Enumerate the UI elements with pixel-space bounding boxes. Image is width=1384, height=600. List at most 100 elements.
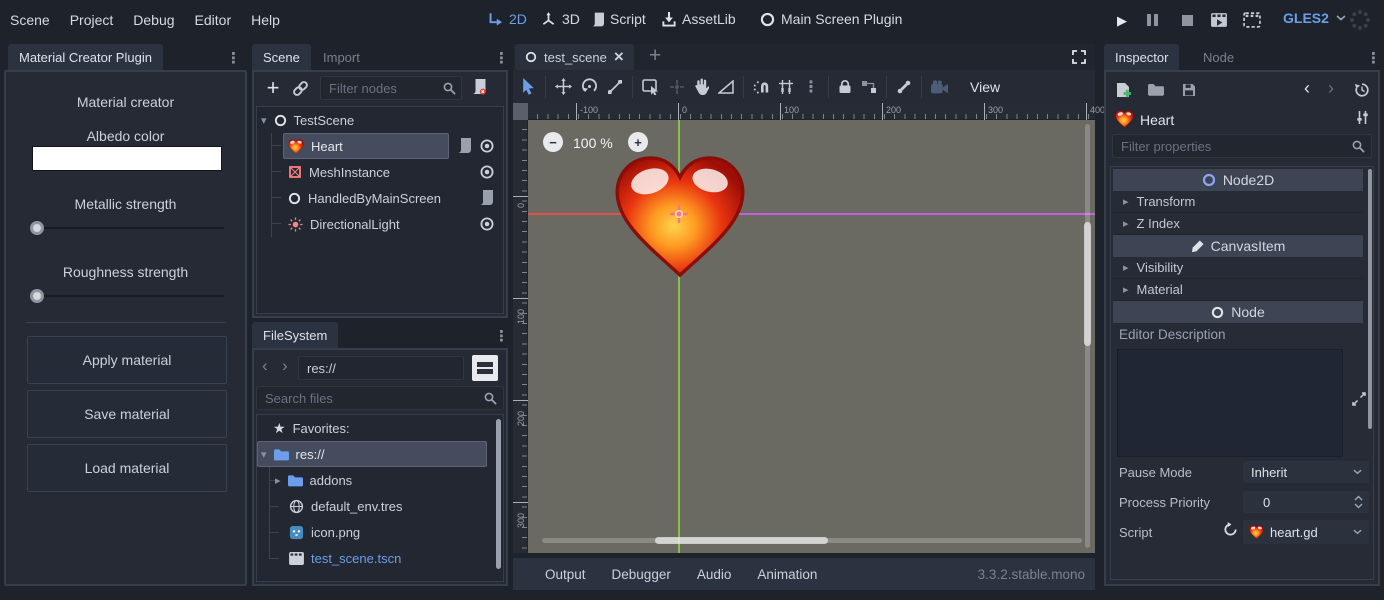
bottom-tab-animation[interactable]: Animation bbox=[757, 567, 817, 582]
workspace-main-screen-plugin-button[interactable]: Main Screen Plugin bbox=[760, 11, 902, 27]
lock-object-button[interactable] bbox=[838, 79, 852, 94]
move-pivot-tool-button[interactable] bbox=[669, 79, 685, 95]
open-script-icon[interactable] bbox=[480, 190, 493, 205]
ruler-tool-button[interactable] bbox=[718, 80, 734, 94]
metallic-strength-slider[interactable] bbox=[30, 220, 224, 236]
pause-button[interactable] bbox=[1147, 14, 1158, 26]
smart-snap-button[interactable] bbox=[753, 79, 769, 95]
object-tools-icon[interactable] bbox=[1356, 110, 1369, 125]
menu-editor[interactable]: Editor bbox=[185, 0, 242, 40]
rotate-tool-button[interactable] bbox=[581, 78, 598, 95]
process-priority-spinbox[interactable]: 0 bbox=[1243, 491, 1369, 513]
inspector-menu-icon[interactable]: ⋮ bbox=[1366, 49, 1381, 67]
file-row-icon-png[interactable]: icon.png bbox=[289, 519, 360, 545]
tab-inspector[interactable]: Inspector bbox=[1104, 44, 1179, 70]
inspector-scrollbar[interactable] bbox=[1368, 169, 1372, 429]
pan-tool-button[interactable] bbox=[694, 78, 709, 95]
skeleton-bone-button[interactable] bbox=[896, 79, 912, 95]
group-transform[interactable]: ▸Transform bbox=[1113, 191, 1363, 213]
instance-scene-button[interactable] bbox=[292, 80, 309, 97]
scene-dock-menu-icon[interactable]: ⋮ bbox=[494, 49, 509, 67]
snap-options-menu-icon[interactable]: ⋮ bbox=[803, 77, 819, 97]
menu-scene[interactable]: Scene bbox=[0, 0, 60, 40]
stop-button[interactable] bbox=[1182, 14, 1193, 29]
list-select-tool-button[interactable] bbox=[642, 79, 660, 95]
workspace-script-button[interactable]: Script bbox=[592, 11, 646, 27]
tab-filesystem[interactable]: FileSystem bbox=[252, 322, 338, 348]
save-material-button[interactable]: Save material bbox=[27, 390, 227, 438]
history-icon[interactable] bbox=[1354, 82, 1370, 98]
pause-mode-dropdown[interactable]: Inherit bbox=[1243, 461, 1369, 483]
workspace-3d-button[interactable]: 3D bbox=[541, 11, 580, 27]
scale-tool-button[interactable] bbox=[607, 79, 623, 95]
workspace-assetlib-button[interactable]: AssetLib bbox=[662, 11, 736, 27]
add-node-button[interactable]: + bbox=[262, 74, 284, 102]
onion-camera-button[interactable] bbox=[931, 80, 949, 94]
renderer-dropdown[interactable]: GLES2 bbox=[1283, 10, 1346, 26]
distraction-free-icon[interactable] bbox=[1071, 49, 1087, 65]
zoom-level-label[interactable]: 100 % bbox=[573, 135, 613, 151]
scene-node-handledbymainscreen[interactable]: HandledByMainScreen bbox=[288, 185, 441, 211]
move-tool-button[interactable] bbox=[555, 78, 572, 95]
file-row-res[interactable]: ▾ res:// bbox=[261, 441, 324, 467]
file-row-default-env[interactable]: default_env.tres bbox=[289, 493, 403, 519]
new-scene-tab-button[interactable]: + bbox=[649, 44, 661, 68]
save-resource-button[interactable] bbox=[1182, 83, 1196, 97]
grid-snap-button[interactable] bbox=[778, 79, 794, 95]
group-z-index[interactable]: ▸Z Index bbox=[1113, 213, 1363, 235]
tab-scene[interactable]: Scene bbox=[252, 44, 311, 70]
scene-node-heart[interactable]: Heart bbox=[288, 133, 343, 159]
workspace-2d-button[interactable]: 2D bbox=[487, 11, 527, 27]
favorites-row[interactable]: ★ Favorites: bbox=[273, 415, 350, 441]
play-custom-scene-button[interactable] bbox=[1243, 12, 1261, 28]
filesystem-scrollbar[interactable] bbox=[496, 419, 501, 569]
expand-description-icon[interactable] bbox=[1351, 391, 1367, 407]
tab-import[interactable]: Import bbox=[312, 44, 371, 70]
play-scene-button[interactable] bbox=[1210, 12, 1228, 28]
slider-grabber[interactable] bbox=[30, 221, 44, 235]
apply-material-button[interactable]: Apply material bbox=[27, 336, 227, 384]
select-tool-button[interactable] bbox=[521, 78, 536, 95]
history-forward-button[interactable]: › bbox=[1328, 78, 1334, 99]
menu-project[interactable]: Project bbox=[60, 0, 124, 40]
search-files-input[interactable] bbox=[256, 386, 504, 410]
play-button[interactable]: ▶ bbox=[1112, 11, 1132, 29]
history-back-button[interactable]: ‹ bbox=[262, 356, 268, 376]
view-menu-button[interactable]: View bbox=[970, 79, 1000, 95]
filter-nodes-input[interactable] bbox=[320, 76, 462, 100]
group-material[interactable]: ▸Material bbox=[1113, 279, 1363, 301]
bottom-tab-debugger[interactable]: Debugger bbox=[612, 567, 671, 582]
bottom-tab-output[interactable]: Output bbox=[545, 567, 586, 582]
roughness-strength-slider[interactable] bbox=[30, 288, 224, 304]
v-scrollbar-thumb[interactable] bbox=[1084, 222, 1091, 346]
clear-script-button[interactable] bbox=[472, 79, 486, 95]
close-tab-icon[interactable]: × bbox=[614, 50, 624, 64]
split-mode-button[interactable] bbox=[472, 355, 498, 381]
menu-help[interactable]: Help bbox=[241, 0, 290, 40]
tab-material-creator-plugin[interactable]: Material Creator Plugin bbox=[8, 44, 163, 70]
group-object-button[interactable] bbox=[861, 80, 877, 94]
reload-script-icon[interactable] bbox=[1223, 522, 1238, 537]
filesystem-menu-icon[interactable]: ⋮ bbox=[494, 327, 509, 345]
h-scrollbar-thumb[interactable] bbox=[655, 537, 828, 544]
history-back-button[interactable]: ‹ bbox=[1304, 78, 1310, 99]
origin-gizmo-icon[interactable] bbox=[669, 204, 689, 224]
file-row-addons[interactable]: ▸ addons bbox=[275, 467, 352, 493]
tab-test-scene[interactable]: test_scene × bbox=[515, 44, 634, 70]
expander-icon[interactable]: ▸ bbox=[275, 474, 281, 487]
visibility-eye-icon[interactable] bbox=[479, 164, 495, 180]
canvas-2d[interactable]: − 100 % + bbox=[528, 120, 1095, 553]
visibility-eye-icon[interactable] bbox=[479, 138, 495, 154]
scene-node-directionallight[interactable]: DirectionalLight bbox=[288, 211, 400, 237]
editor-description-textarea[interactable] bbox=[1117, 349, 1343, 457]
left-dock-menu-icon[interactable]: ⋮ bbox=[226, 49, 241, 67]
load-material-button[interactable]: Load material bbox=[27, 444, 227, 492]
visibility-eye-icon[interactable] bbox=[479, 216, 495, 232]
history-forward-button[interactable]: › bbox=[282, 356, 288, 376]
menu-debug[interactable]: Debug bbox=[123, 0, 184, 40]
load-resource-button[interactable] bbox=[1148, 83, 1164, 96]
scene-node-meshinstance[interactable]: MeshInstance bbox=[288, 159, 390, 185]
group-visibility[interactable]: ▸Visibility bbox=[1113, 257, 1363, 279]
script-dropdown[interactable]: heart.gd bbox=[1243, 520, 1369, 544]
slider-grabber[interactable] bbox=[30, 289, 44, 303]
